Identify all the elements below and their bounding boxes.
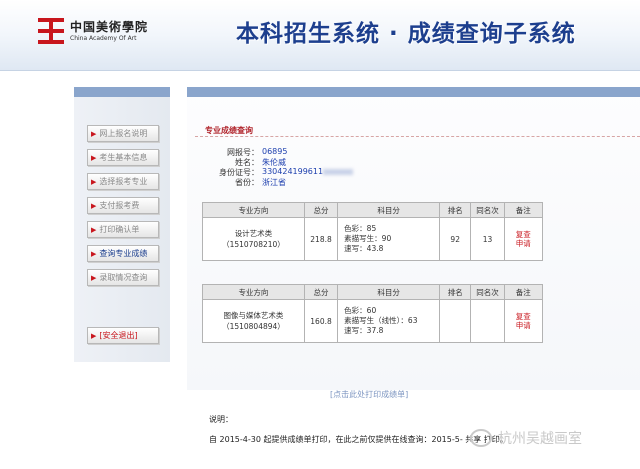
arrow-right-icon: ▶ [91, 130, 97, 138]
id-redaction [323, 168, 354, 175]
col-rank: 排名 [439, 284, 472, 300]
arrow-right-icon: ▶ [91, 202, 97, 210]
col-major: 专业方向 [202, 202, 305, 218]
sidebar-item-applicant-info[interactable]: ▶ 考生基本信息 [87, 149, 159, 166]
sidebar-item-print-confirmation[interactable]: ▶ 打印确认单 [87, 221, 159, 238]
sidebar-top-bar [74, 87, 170, 97]
system-title: 本科招生系统 · 成绩查询子系统 [236, 21, 576, 47]
academy-logo: 中国美術學院 China Academy Of Art [38, 18, 148, 44]
main-panel: 专业成绩查询 网报号： 06895 姓名： 朱伦威 身份证号： 33042419… [187, 87, 640, 390]
section-title: 专业成绩查询 [205, 126, 253, 135]
seat-value: 06895 [262, 147, 288, 156]
arrow-right-icon: ▶ [91, 178, 97, 186]
table-row: 设计艺术类 （1510708210） 218.8 色彩：85 素描写生：90 速写：4… [202, 217, 544, 261]
sidebar-item-pay-fee[interactable]: ▶ 支付报考费 [87, 197, 159, 214]
watermark: 杭州吴越画室 [470, 428, 582, 448]
tie-cell [470, 299, 505, 343]
notes-label: 说明： [209, 415, 233, 424]
wechat-icon [470, 429, 492, 447]
id-value: 330424199611 [262, 167, 324, 176]
print-scores-link[interactable]: [点击此处打印成绩单] [330, 389, 408, 400]
main-top-bar [187, 87, 640, 97]
col-subjects: 科目分 [337, 202, 441, 218]
recheck-link[interactable]: 复查 申请 [503, 299, 544, 343]
recheck-link[interactable]: 复查 申请 [503, 217, 544, 261]
academy-logo-icon [38, 18, 64, 44]
sidebar-item-registration-guide[interactable]: ▶ 网上报名说明 [87, 125, 159, 142]
logout-button[interactable]: ▶ [安全退出] [87, 327, 159, 344]
rank-cell [439, 299, 472, 343]
tie-cell: 13 [470, 217, 505, 261]
rank-cell: 92 [439, 217, 472, 261]
sidebar: ▶ 网上报名说明 ▶ 考生基本信息 ▶ 选择报考专业 ▶ 支付报考费 ▶ 打印确认单 ▶ 查… [74, 87, 170, 362]
total-cell: 160.8 [303, 299, 339, 343]
major-cell: 设计艺术类 （1510708210） [202, 217, 305, 261]
col-total: 总分 [303, 284, 339, 300]
subjects-cell: 色彩：60 素描写生（线性）：63 速写：37.8 [337, 299, 441, 343]
score-table-2: 专业方向 总分 科目分 排名 同名次 备注 图像与媒体艺术类 （151080489… [202, 284, 544, 343]
col-total: 总分 [303, 202, 339, 218]
col-major: 专业方向 [202, 284, 305, 300]
sidebar-item-admission-query[interactable]: ▶ 录取情况查询 [87, 269, 159, 286]
id-value-wrap: 330424199611 [262, 167, 354, 176]
major-cell: 图像与媒体艺术类 （1510804894） [202, 299, 305, 343]
arrow-right-icon: ▶ [91, 226, 97, 234]
col-tie: 同名次 [470, 284, 505, 300]
section-divider [195, 136, 640, 137]
col-note: 备注 [503, 284, 544, 300]
table-row: 图像与媒体艺术类 （1510804894） 160.8 色彩：60 素描写生（线性）… [202, 299, 544, 343]
table-header-row: 专业方向 总分 科目分 排名 同名次 备注 [202, 284, 544, 300]
logo-chinese-name: 中国美術學院 [70, 19, 149, 34]
arrow-right-icon: ▶ [91, 274, 97, 282]
arrow-right-icon: ▶ [91, 332, 97, 340]
page-header: 中国美術學院 China Academy Of Art 本科招生系统 · 成绩查… [0, 0, 640, 71]
arrow-right-icon: ▶ [91, 250, 97, 258]
score-table-1: 专业方向 总分 科目分 排名 同名次 备注 设计艺术类 （1510708210） … [202, 202, 544, 261]
col-rank: 排名 [439, 202, 472, 218]
logo-english-name: China Academy Of Art [70, 34, 137, 42]
sidebar-item-select-major[interactable]: ▶ 选择报考专业 [87, 173, 159, 190]
table-header-row: 专业方向 总分 科目分 排名 同名次 备注 [202, 202, 544, 218]
col-tie: 同名次 [470, 202, 505, 218]
province-label: 省份： [235, 178, 259, 187]
col-note: 备注 [503, 202, 544, 218]
sidebar-item-score-query[interactable]: ▶ 查询专业成绩 [87, 245, 159, 262]
watermark-text: 杭州吴越画室 [498, 431, 582, 447]
province-value: 浙江省 [262, 178, 286, 187]
subjects-cell: 色彩：85 素描写生：90 速写：43.8 [337, 217, 441, 261]
arrow-right-icon: ▶ [91, 154, 97, 162]
col-subjects: 科目分 [337, 284, 441, 300]
total-cell: 218.8 [303, 217, 339, 261]
